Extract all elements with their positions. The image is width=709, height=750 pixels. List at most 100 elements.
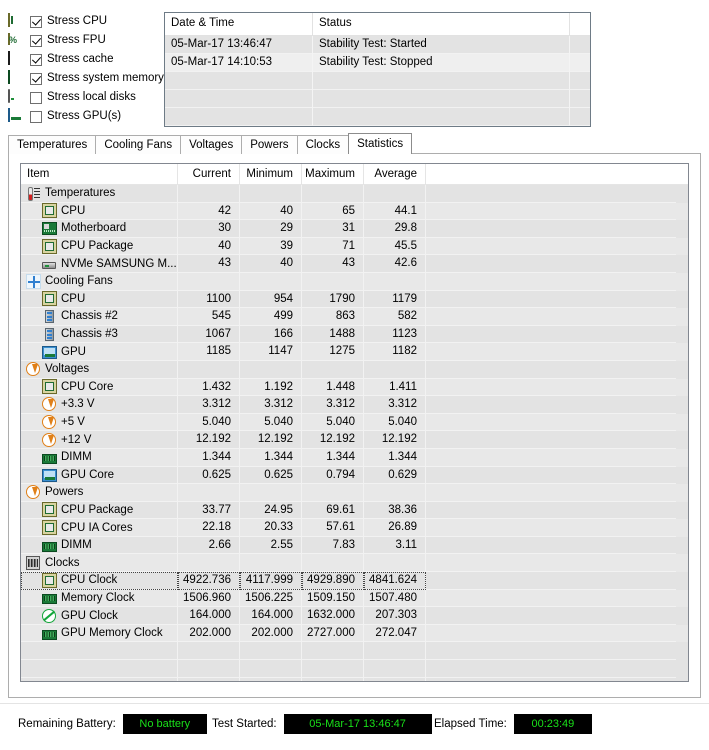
statistics-minimum-cell: 1506.225 xyxy=(240,589,302,608)
statistics-group-empty-cell xyxy=(240,360,302,379)
statistics-row[interactable]: +12 V 12.192 12.192 12.192 12.192 xyxy=(21,431,688,449)
checkbox-stress-fpu[interactable] xyxy=(30,34,42,47)
statistics-filler-cell xyxy=(426,537,676,555)
column-header-minimum[interactable]: Minimum xyxy=(240,164,302,185)
statistics-group-row[interactable]: Cooling Fans xyxy=(21,272,688,291)
statistics-minimum-cell: 2.55 xyxy=(240,536,302,555)
stress-option-row[interactable]: Stress local disks xyxy=(8,88,158,107)
statistics-average-cell: 1179 xyxy=(364,290,426,309)
tab-powers[interactable]: Powers xyxy=(241,135,298,154)
log-cell-empty xyxy=(313,108,570,126)
checkbox-stress-local-disks[interactable] xyxy=(30,91,42,104)
checkbox-stress-system-memory[interactable] xyxy=(30,72,42,85)
statistics-row[interactable]: +5 V 5.040 5.040 5.040 5.040 xyxy=(21,413,688,432)
tab-voltages[interactable]: Voltages xyxy=(180,135,243,154)
statistics-row[interactable]: DIMM 1.344 1.344 1.344 1.344 xyxy=(21,448,688,467)
statistics-row[interactable]: NVMe SAMSUNG M... 43 40 43 42.6 xyxy=(21,255,688,273)
statistics-row[interactable]: GPU Clock 164.000 164.000 1632.000 207.303 xyxy=(21,607,688,625)
tab-temperatures[interactable]: Temperatures xyxy=(8,135,97,154)
statistics-header-row: Item Current Minimum Maximum Average xyxy=(21,164,688,185)
statistics-group-row[interactable]: Voltages xyxy=(21,360,688,379)
statistics-row[interactable]: CPU Package 40 39 71 45.5 xyxy=(21,237,688,256)
statistics-filler-cell xyxy=(426,467,676,485)
statistics-row[interactable]: CPU 1100 954 1790 1179 xyxy=(21,290,688,309)
checkbox-stress-cpu[interactable] xyxy=(30,15,42,28)
log-column-datetime[interactable]: Date & Time xyxy=(165,13,313,36)
column-header-current[interactable]: Current xyxy=(178,164,240,185)
statistics-group-empty-cell xyxy=(302,484,364,502)
statistics-group-empty-cell xyxy=(364,484,426,502)
statistics-row[interactable]: CPU IA Cores 22.18 20.33 57.61 26.89 xyxy=(21,519,688,537)
stress-option-row[interactable]: Stress FPU xyxy=(8,31,158,50)
statistics-row[interactable]: Chassis #2 545 499 863 582 xyxy=(21,308,688,326)
voltage-icon xyxy=(42,432,56,447)
statistics-average-cell: 3.11 xyxy=(364,536,426,555)
log-row[interactable]: 05-Mar-17 13:46:47 Stability Test: Starte… xyxy=(165,36,590,54)
statistics-group-row[interactable]: Clocks xyxy=(21,554,688,573)
statistics-row[interactable]: GPU Memory Clock 202.000 202.000 2727.000 27… xyxy=(21,624,688,643)
log-cell-status: Stability Test: Stopped xyxy=(313,54,570,72)
column-header-average[interactable]: Average xyxy=(364,164,426,185)
voltage-icon xyxy=(26,485,40,500)
statistics-current-cell: 2.66 xyxy=(178,536,240,555)
statistics-average-cell: 12.192 xyxy=(364,431,426,449)
statistics-row[interactable]: GPU 1185 1147 1275 1182 xyxy=(21,343,688,361)
event-log-header: Date & Time Status xyxy=(165,13,590,36)
column-header-item[interactable]: Item xyxy=(21,164,178,185)
column-header-maximum[interactable]: Maximum xyxy=(302,164,364,185)
statistics-item-label: CPU Clock xyxy=(61,574,118,587)
log-column-status[interactable]: Status xyxy=(313,13,570,36)
statistics-maximum-cell: 65 xyxy=(302,202,364,221)
statistics-current-cell: 1185 xyxy=(178,343,240,361)
tab-clocks[interactable]: Clocks xyxy=(296,135,350,154)
statistics-table[interactable]: Item Current Minimum Maximum Average Tem… xyxy=(20,163,689,682)
voltage-icon-holder xyxy=(41,414,57,430)
statistics-average-cell: 0.629 xyxy=(364,466,426,485)
statistics-row[interactable]: +3.3 V 3.312 3.312 3.312 3.312 xyxy=(21,396,688,414)
cache-icon xyxy=(8,50,10,65)
statistics-filler-cell xyxy=(426,326,676,344)
event-log-table[interactable]: Date & Time Status 05-Mar-17 13:46:47 Sta… xyxy=(164,12,591,127)
gpu-icon-holder xyxy=(8,107,24,125)
statistics-item-cell: +3.3 V xyxy=(21,396,178,414)
tab-cooling-fans[interactable]: Cooling Fans xyxy=(95,135,182,154)
statistics-empty-cell xyxy=(364,642,426,661)
stress-option-row[interactable]: Stress system memory xyxy=(8,69,164,88)
stress-option-row[interactable]: Stress CPU xyxy=(8,12,158,31)
statistics-group-empty-cell xyxy=(240,484,302,502)
stress-option-row[interactable]: Stress GPU(s) xyxy=(8,107,158,126)
statistics-group-row[interactable]: Temperatures xyxy=(21,185,688,203)
memory-dimm-icon xyxy=(41,594,57,605)
log-column-filler xyxy=(570,13,590,36)
cpu-chip-icon xyxy=(41,203,57,219)
statistics-row[interactable]: Motherboard 30 29 31 29.8 xyxy=(21,220,688,238)
statistics-row[interactable]: CPU Core 1.432 1.192 1.448 1.411 xyxy=(21,378,688,397)
checkbox-stress-gpu-s[interactable] xyxy=(30,110,42,123)
stress-options-list: Stress CPU Stress FPU Stress cache Stress s… xyxy=(8,12,164,126)
checkbox-stress-cache[interactable] xyxy=(30,53,42,66)
tab-statistics[interactable]: Statistics xyxy=(348,133,413,154)
log-row[interactable]: 05-Mar-17 14:10:53 Stability Test: Stoppe… xyxy=(165,54,590,72)
hard-disk-icon xyxy=(8,88,10,103)
statistics-minimum-cell: 166 xyxy=(240,325,302,344)
statistics-empty-cell xyxy=(178,642,240,661)
statistics-row[interactable]: Memory Clock 1506.960 1506.225 1509.150 1507… xyxy=(21,589,688,608)
stress-option-row[interactable]: Stress cache xyxy=(8,50,158,69)
statistics-group-row[interactable]: Powers xyxy=(21,484,688,502)
statistics-row[interactable]: DIMM 2.66 2.55 7.83 3.11 xyxy=(21,536,688,555)
cpu-chip-icon-holder xyxy=(41,572,57,588)
statistics-filler-cell xyxy=(426,431,676,449)
remaining-battery-label: Remaining Battery: xyxy=(18,718,116,730)
statistics-minimum-cell: 3.312 xyxy=(240,396,302,414)
log-cell-empty xyxy=(570,90,590,108)
statistics-row[interactable]: CPU 42 40 65 44.1 xyxy=(21,202,688,221)
statistics-empty-cell xyxy=(21,642,178,661)
statistics-row[interactable]: CPU Clock 4922.736 4117.999 4929.890 4841.62… xyxy=(21,572,688,590)
log-cell-status: Stability Test: Started xyxy=(313,36,570,54)
statistics-filler-cell xyxy=(426,220,676,238)
statistics-row[interactable]: Chassis #3 1067 166 1488 1123 xyxy=(21,325,688,344)
statistics-row[interactable]: GPU Core 0.625 0.625 0.794 0.629 xyxy=(21,466,688,485)
statistics-filler-cell xyxy=(426,308,676,326)
statistics-row[interactable]: CPU Package 33.77 24.95 69.61 38.36 xyxy=(21,501,688,520)
memory-dimm-icon xyxy=(41,453,57,464)
